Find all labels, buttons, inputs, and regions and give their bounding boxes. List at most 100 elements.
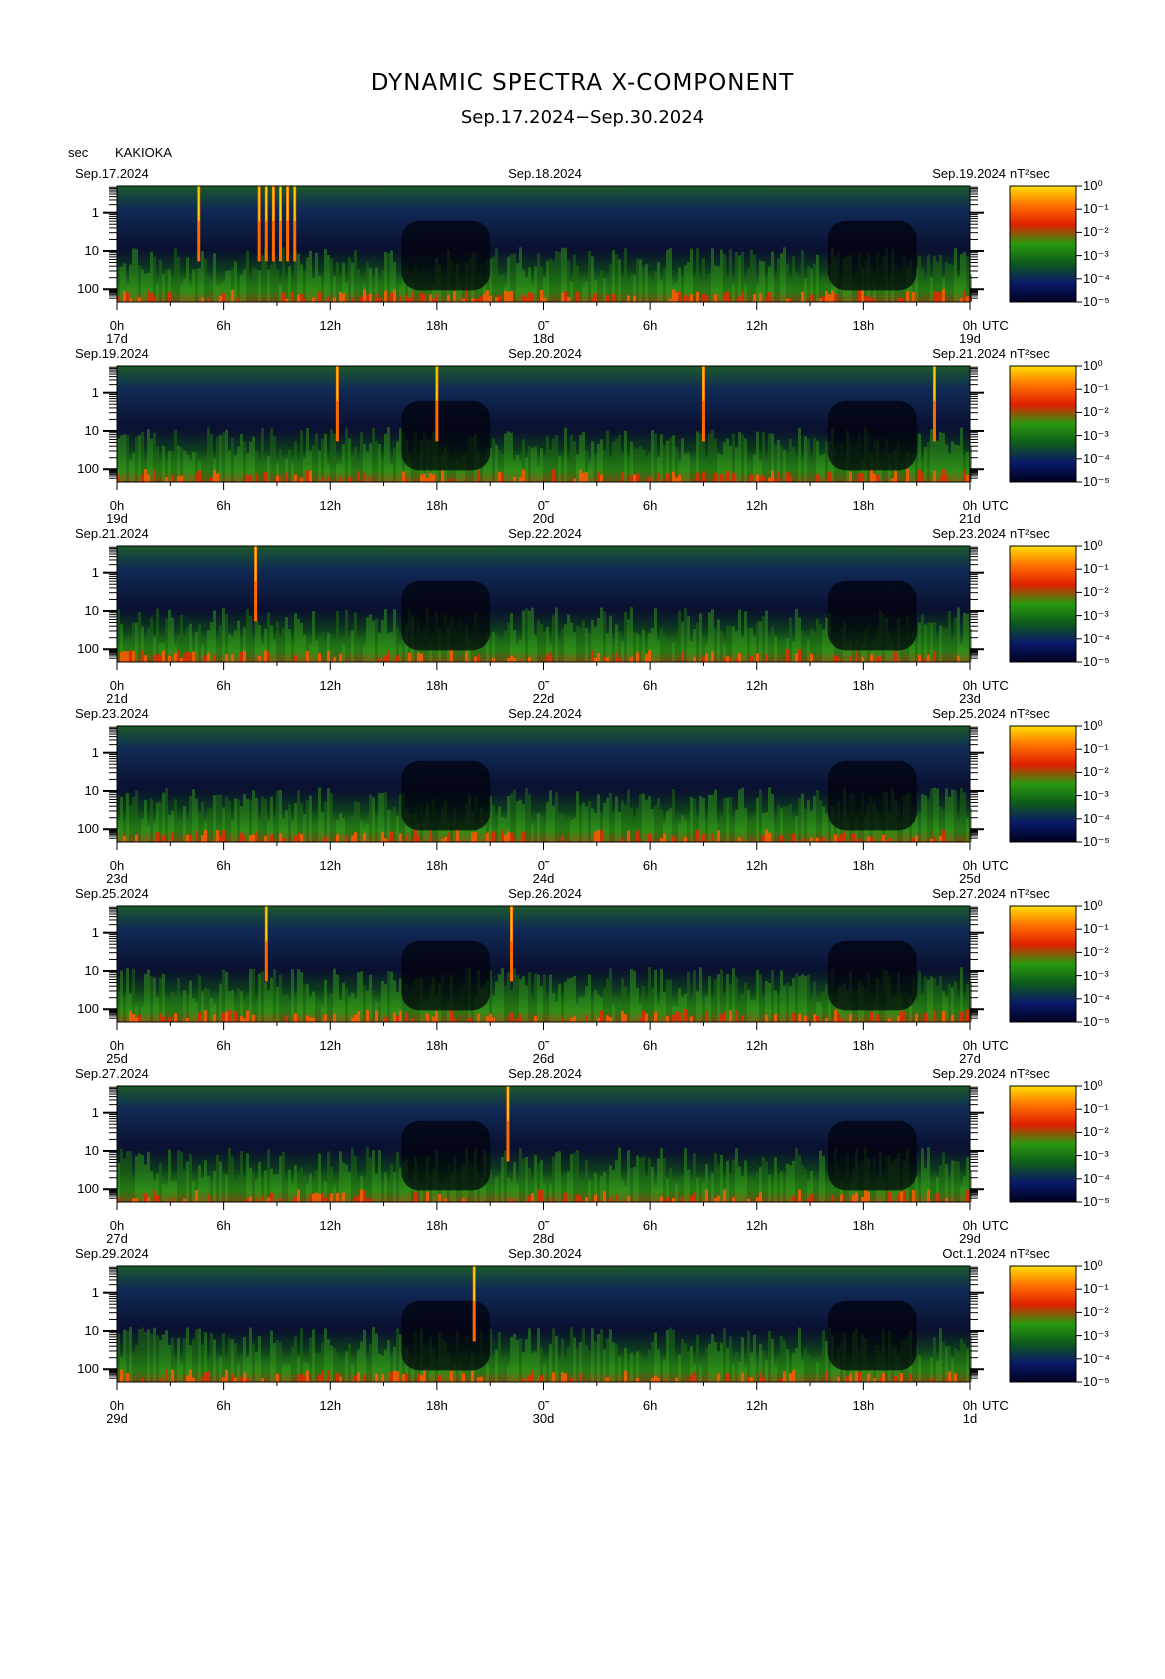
colorbar-tick-label: 10⁰ <box>1083 1258 1103 1273</box>
x-tick-label: 6h <box>642 1398 658 1413</box>
colorbar-tick-label: 10⁻¹ <box>1083 741 1109 757</box>
colorbar-tick-label: 10⁰ <box>1083 898 1103 913</box>
y-tick-label: 10 <box>84 782 99 798</box>
x-tick-label: 18h <box>426 1398 448 1413</box>
colorbar-unit: nT²sec <box>1010 1066 1050 1081</box>
y-tick-label: 100 <box>77 821 99 837</box>
colorbar-tick-label: 10⁻³ <box>1083 1147 1109 1163</box>
panel-end-date: Sep.29.2024 <box>932 1066 1006 1081</box>
y-tick-label: 10 <box>84 1322 99 1338</box>
panel-mid-date: Sep.18.2024 <box>508 166 582 181</box>
spectrum-panel: 1 10 100 0h 6h 12h 18h 0˜ 6h 12h 18h 0h UTC 29d 30d 1d S… <box>0 1230 1165 1426</box>
colorbar-tick-label: 10⁻⁵ <box>1083 474 1110 489</box>
x-tick-label: 12h <box>745 1398 768 1413</box>
colorbar-unit: nT²sec <box>1010 1246 1050 1261</box>
panel-start-date: Sep.21.2024 <box>75 526 149 541</box>
colorbar-tick-label: 10⁻² <box>1083 764 1109 780</box>
colorbar-tick-label: 10⁻³ <box>1083 1327 1109 1343</box>
y-tick-label: 100 <box>77 281 99 297</box>
colorbar-tick-label: 10⁰ <box>1083 1078 1103 1093</box>
day-label: 30d <box>532 1411 555 1426</box>
colorbar <box>1009 185 1077 303</box>
panel-start-date: Sep.25.2024 <box>75 886 149 901</box>
y-tick-label: 1 <box>91 384 99 400</box>
colorbar-tick-label: 10⁰ <box>1083 538 1103 553</box>
y-tick-label: 1 <box>91 1284 99 1300</box>
colorbar-tick-label: 10⁻² <box>1083 404 1109 420</box>
colorbar-tick-label: 10⁻⁴ <box>1083 1170 1110 1186</box>
y-tick-label: 1 <box>91 564 99 580</box>
colorbar-tick-label: 10⁻³ <box>1083 787 1109 803</box>
colorbar-tick-label: 10⁻² <box>1083 944 1109 960</box>
colorbar-tick-label: 10⁻¹ <box>1083 1281 1109 1297</box>
colorbar-tick-label: 10⁻⁴ <box>1083 450 1110 466</box>
day-label: 29d <box>106 1411 128 1426</box>
y-tick-label: 100 <box>77 461 99 477</box>
panel-mid-date: Sep.20.2024 <box>508 346 582 361</box>
colorbar-tick-label: 10⁻³ <box>1083 247 1109 263</box>
y-tick-label: 1 <box>91 1104 99 1120</box>
colorbar-tick-label: 10⁻² <box>1083 224 1109 240</box>
colorbar-tick-label: 10⁻⁵ <box>1083 654 1110 669</box>
colorbar-tick-label: 10⁻² <box>1083 584 1109 600</box>
panel-mid-date: Sep.22.2024 <box>508 526 582 541</box>
panel-end-date: Sep.19.2024 <box>932 166 1006 181</box>
panel-end-date: Sep.21.2024 <box>932 346 1006 361</box>
colorbar-tick-label: 10⁻² <box>1083 1304 1109 1320</box>
chart-subtitle: Sep.17.2024−Sep.30.2024 <box>460 107 705 128</box>
y-tick-label: 1 <box>91 204 99 220</box>
colorbar-tick-label: 10⁻¹ <box>1083 201 1109 217</box>
panel-mid-date: Sep.26.2024 <box>508 886 582 901</box>
colorbar-tick-label: 10⁰ <box>1083 358 1103 373</box>
colorbar-tick-label: 10⁰ <box>1083 178 1103 193</box>
colorbar-tick-label: 10⁻⁴ <box>1083 990 1110 1006</box>
colorbar <box>1009 1265 1077 1383</box>
panel-end-date: Sep.23.2024 <box>932 526 1006 541</box>
chart-title: DYNAMIC SPECTRA X-COMPONENT <box>370 70 795 96</box>
y-tick-label: 100 <box>77 1361 99 1377</box>
colorbar <box>1009 365 1077 483</box>
colorbar-tick-label: 10⁻⁴ <box>1083 1350 1110 1366</box>
panel-start-date: Sep.29.2024 <box>75 1246 149 1261</box>
spectrum-panel: 1 10 100 0h 6h 12h 18h 0˜ 6h 12h 18h 0h UTC 21d 22d 23d… <box>0 510 1165 706</box>
x-unit-label: UTC <box>982 1398 1009 1413</box>
colorbar-unit: nT²sec <box>1010 526 1050 541</box>
panel-end-date: Sep.27.2024 <box>932 886 1006 901</box>
x-tick-label: 18h <box>852 1398 875 1413</box>
colorbar <box>1009 905 1077 1023</box>
colorbar-tick-label: 10⁻² <box>1083 1124 1109 1140</box>
panel-mid-date: Sep.28.2024 <box>508 1066 582 1081</box>
colorbar-tick-label: 10⁰ <box>1083 718 1103 733</box>
panel-mid-date: Sep.24.2024 <box>508 706 582 721</box>
panel-end-date: Oct.1.2024 <box>942 1246 1006 1261</box>
spectrum-panel: 1 10 100 0h 6h 12h 18h 0˜ 6h 12h 18h 0h UTC 23d 24d 25d… <box>0 690 1165 886</box>
colorbar-unit: nT²sec <box>1010 166 1050 181</box>
colorbar-tick-label: 10⁻⁵ <box>1083 1374 1110 1389</box>
colorbar-tick-label: 10⁻³ <box>1083 967 1109 983</box>
day-label: 1d <box>962 1411 978 1426</box>
colorbar <box>1009 725 1077 843</box>
colorbar-tick-label: 10⁻³ <box>1083 427 1109 443</box>
spectrum-panel: 1 10 100 0h 6h 12h 18h 0˜ 6h 12h 18h 0h UTC 19d 20d 21d… <box>0 330 1165 526</box>
x-tick-label: 12h <box>319 1398 342 1413</box>
y-tick-label: 10 <box>84 602 99 618</box>
x-tick-label: 6h <box>216 1398 231 1413</box>
colorbar-tick-label: 10⁻⁴ <box>1083 270 1110 286</box>
panel-end-date: Sep.25.2024 <box>932 706 1006 721</box>
colorbar-tick-label: 10⁻⁵ <box>1083 1194 1110 1209</box>
y-tick-label: 1 <box>91 924 99 940</box>
spectrum-panel: 1 10 100 0h 6h 12h 18h 0˜ 6h 12h 18h 0h UTC 17d 18d 19d… <box>0 150 1165 346</box>
colorbar-tick-label: 10⁻⁵ <box>1083 294 1110 309</box>
colorbar-tick-label: 10⁻⁴ <box>1083 810 1110 826</box>
colorbar-unit: nT²sec <box>1010 706 1050 721</box>
y-tick-label: 100 <box>77 641 99 657</box>
colorbar-tick-label: 10⁻⁵ <box>1083 1014 1110 1029</box>
colorbar-tick-label: 10⁻⁵ <box>1083 834 1110 849</box>
panel-mid-date: Sep.30.2024 <box>508 1246 582 1261</box>
y-tick-label: 100 <box>77 1181 99 1197</box>
panel-start-date: Sep.17.2024 <box>75 166 149 181</box>
spectrum-panel: 1 10 100 0h 6h 12h 18h 0˜ 6h 12h 18h 0h UTC 27d 28d 29d… <box>0 1050 1165 1246</box>
colorbar-tick-label: 10⁻⁴ <box>1083 630 1110 646</box>
colorbar-tick-label: 10⁻¹ <box>1083 921 1109 937</box>
colorbar-tick-label: 10⁻¹ <box>1083 381 1109 397</box>
